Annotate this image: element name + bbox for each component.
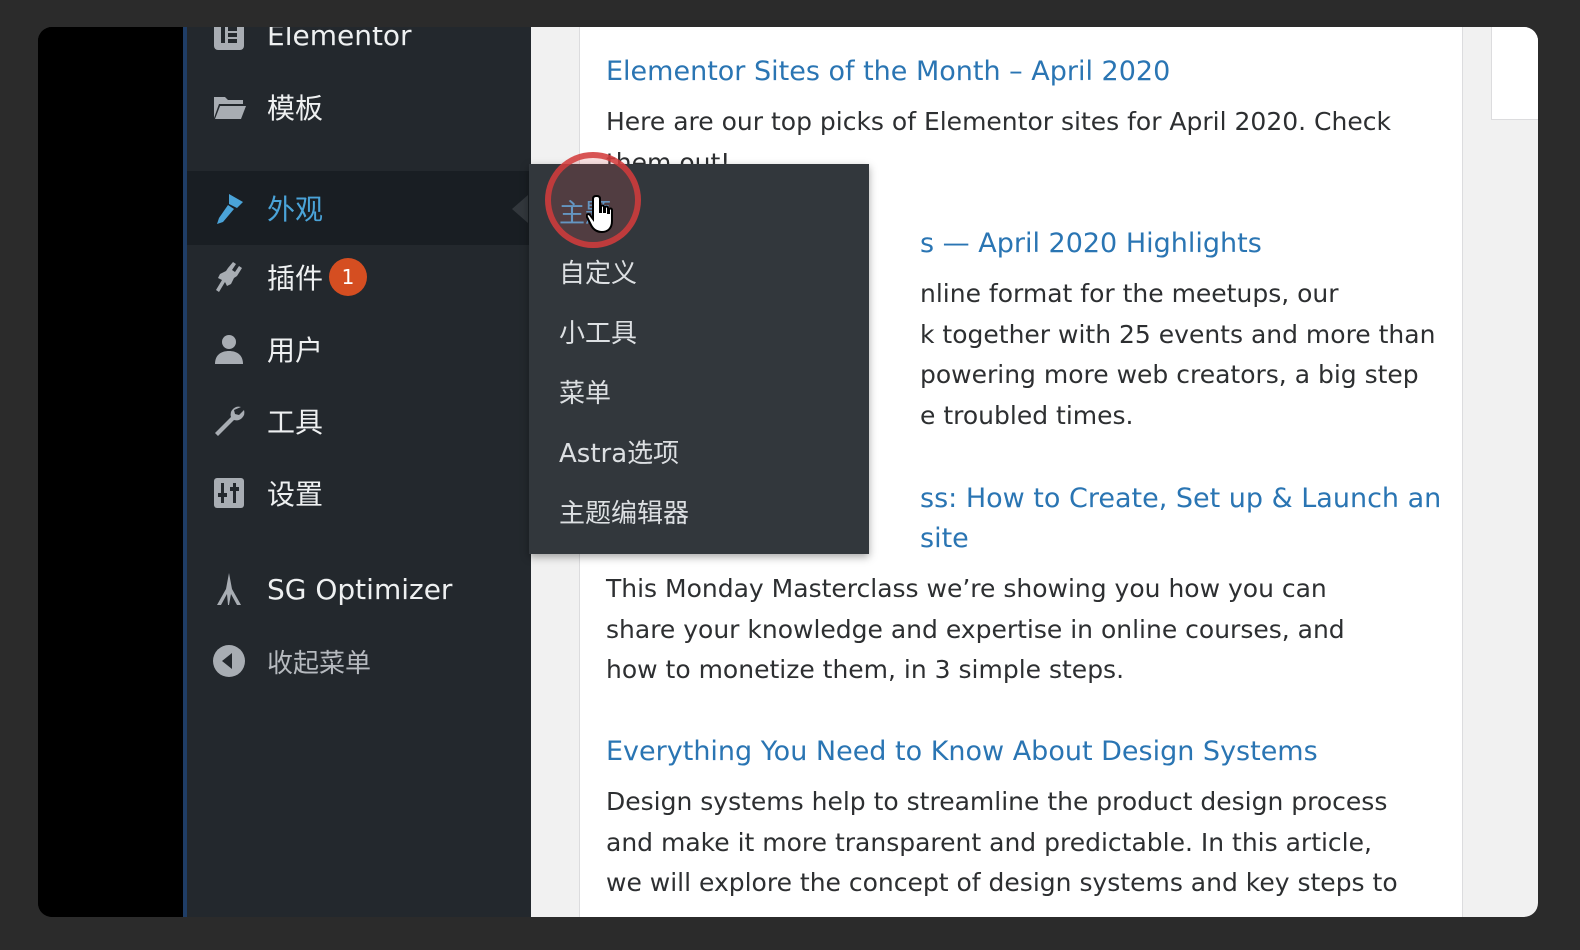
submenu-item-customize[interactable]: 自定义 (559, 252, 637, 296)
sidebar-item-label: Elementor (267, 27, 412, 52)
news-item: s — April 2020 Highlights nline format f… (920, 224, 1440, 436)
excerpt-line: Design systems help to streamline the pr… (606, 787, 1388, 816)
brush-icon (209, 188, 249, 228)
left-black-area (38, 27, 183, 917)
sidebar-collapse-menu[interactable]: 收起菜单 (187, 629, 531, 693)
sidebar-item-label: 插件 (267, 262, 324, 295)
sidebar-item-settings[interactable]: 设置 (187, 461, 531, 525)
sidebar-item-label: 用户 (267, 334, 324, 367)
excerpt-line: nline format for the meetups, our (920, 279, 1339, 308)
screen-frame: Elementor 模板 外观 插件 1 用户 工具 设置 SG Optimiz… (38, 27, 1538, 917)
news-item: Everything You Need to Know About Design… (606, 732, 1446, 904)
sidebar-item-label: 收起菜单 (267, 648, 372, 679)
sidebar-item-label: 工具 (267, 406, 324, 439)
elementor-icon (209, 27, 249, 55)
sidebar-item-users[interactable]: 用户 (187, 317, 531, 381)
sidebar-item-label: 设置 (267, 478, 324, 511)
excerpt-line: how to monetize them, in 3 simple steps. (606, 655, 1125, 684)
news-item-excerpt: This Monday Masterclass we’re showing yo… (606, 569, 1446, 691)
user-icon (209, 329, 249, 369)
sidebar-item-sg-optimizer[interactable]: SG Optimizer (187, 557, 531, 621)
news-item-title[interactable]: ss: How to Create, Set up & Launch an si… (920, 479, 1460, 559)
excerpt-line: Here are our top picks of Elementor site… (606, 107, 1391, 136)
update-count-badge: 1 (329, 258, 368, 296)
sidebar-item-templates[interactable]: 模板 (187, 75, 531, 139)
sidebar-item-appearance[interactable]: 外观 (187, 171, 531, 245)
submenu-item-astra-options[interactable]: Astra选项 (559, 432, 679, 476)
wrench-icon (209, 401, 249, 441)
side-widget-edge (1491, 27, 1538, 120)
folder-icon (209, 87, 249, 127)
title-line: ss: How to Create, Set up & Launch an (920, 483, 1442, 514)
sidebar-item-label: 模板 (267, 92, 324, 125)
excerpt-line: powering more web creators, a big step (920, 360, 1419, 389)
news-item-title[interactable]: s — April 2020 Highlights (920, 224, 1440, 264)
sidebar-item-elementor[interactable]: Elementor (187, 27, 531, 67)
collapse-icon (209, 641, 249, 681)
news-item-title[interactable]: Everything You Need to Know About Design… (606, 732, 1446, 772)
news-item-excerpt: Design systems help to streamline the pr… (606, 782, 1446, 904)
hand-cursor-icon (586, 195, 613, 234)
excerpt-line: and make it more transparent and predict… (606, 827, 1372, 857)
excerpt-line: we will explore the concept of design sy… (606, 868, 1398, 897)
news-item-title[interactable]: Elementor Sites of the Month – April 202… (606, 52, 1446, 92)
excerpt-line: k together with 25 events and more than (920, 319, 1436, 349)
news-item-title-block: ss: How to Create, Set up & Launch an si… (920, 479, 1460, 559)
news-item: This Monday Masterclass we’re showing yo… (606, 569, 1446, 691)
excerpt-line: This Monday Masterclass we’re showing yo… (606, 574, 1327, 603)
sidebar-item-tools[interactable]: 工具 (187, 389, 531, 453)
submenu-item-widgets[interactable]: 小工具 (559, 312, 637, 356)
submenu-item-theme-editor[interactable]: 主题编辑器 (559, 492, 689, 536)
sg-optimizer-icon (209, 569, 249, 609)
settings-icon (209, 473, 249, 513)
excerpt-line: e troubled times. (920, 400, 1134, 430)
title-line: site (920, 523, 969, 554)
submenu-pointer (512, 195, 528, 223)
sidebar-item-label: 外观 (267, 193, 324, 226)
sidebar-item-plugins[interactable]: 插件 1 (187, 245, 531, 309)
excerpt-line: share your knowledge and expertise in on… (606, 614, 1345, 644)
news-item-excerpt: nline format for the meetups, our k toge… (920, 274, 1440, 436)
admin-sidebar: Elementor 模板 外观 插件 1 用户 工具 设置 SG Optimiz… (183, 27, 531, 917)
plugin-icon (209, 257, 249, 297)
submenu-item-menus[interactable]: 菜单 (559, 372, 611, 416)
sidebar-item-label: SG Optimizer (267, 572, 453, 606)
